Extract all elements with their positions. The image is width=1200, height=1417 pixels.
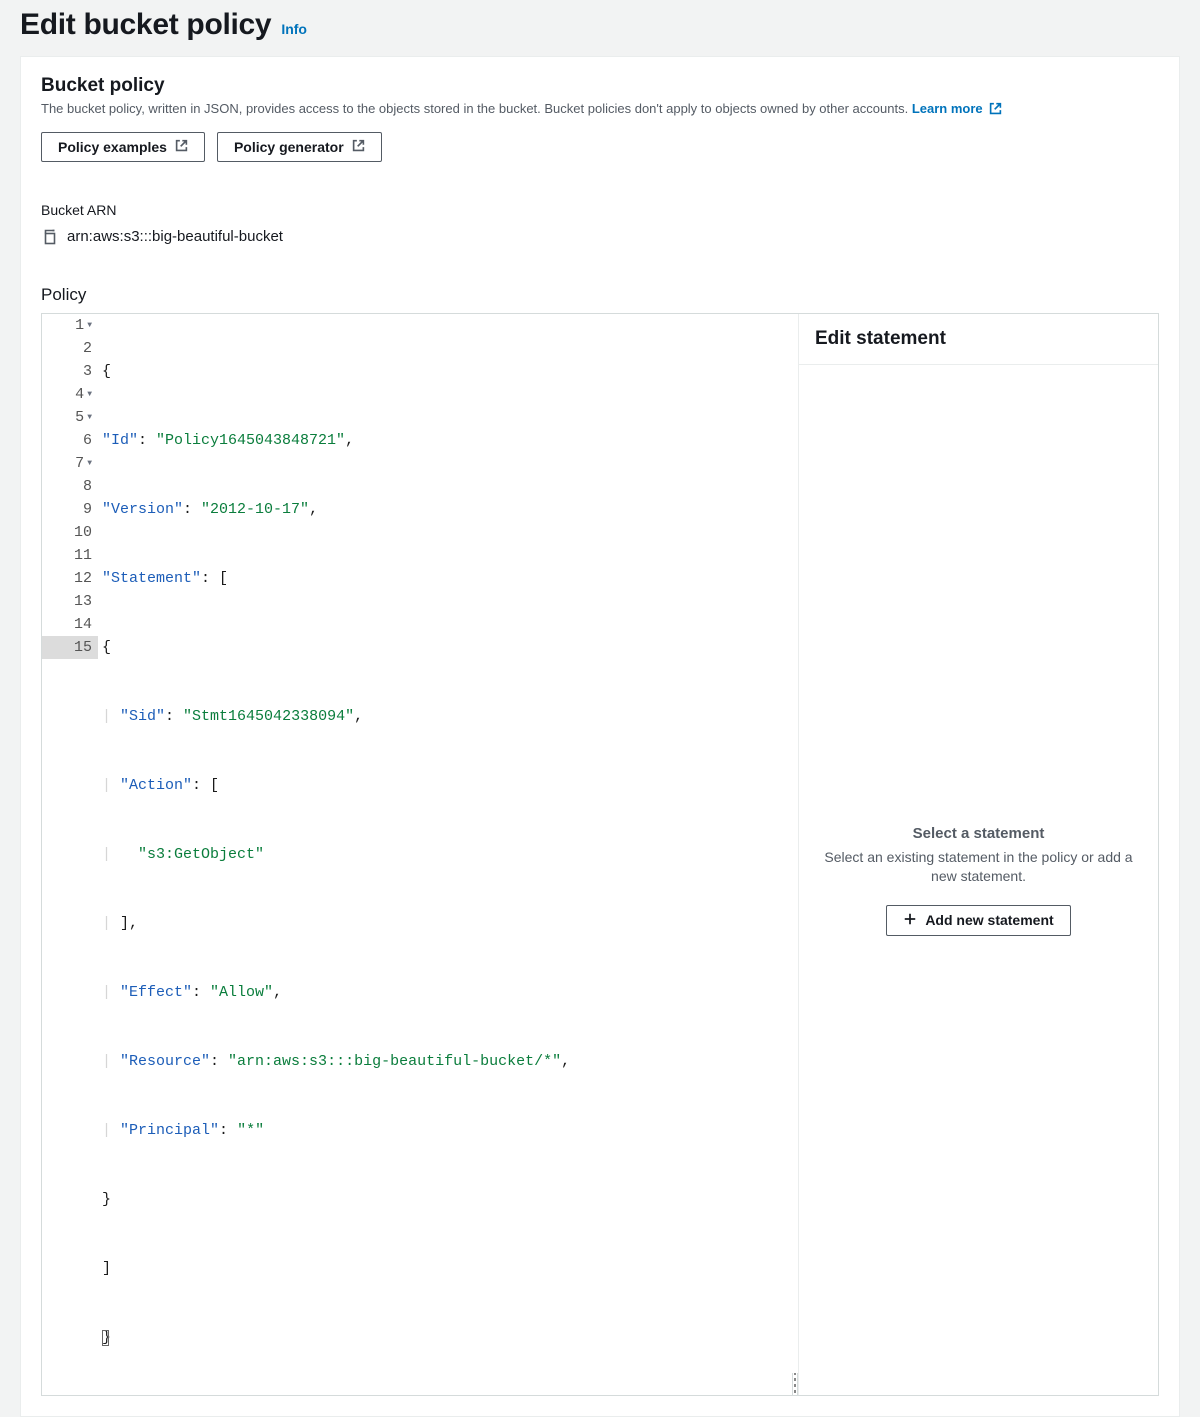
add-new-statement-label: Add new statement: [925, 912, 1053, 928]
line-number: 6: [83, 429, 92, 452]
page-title: Edit bucket policy: [20, 8, 271, 42]
external-link-icon: [352, 139, 365, 155]
line-number: 8: [83, 475, 92, 498]
policy-examples-label: Policy examples: [58, 139, 167, 155]
external-link-icon: [175, 139, 188, 155]
policy-generator-label: Policy generator: [234, 139, 344, 155]
bucket-arn-label: Bucket ARN: [41, 202, 1159, 218]
fold-icon[interactable]: ▼: [87, 452, 92, 475]
line-number: 15: [74, 636, 92, 659]
bucket-policy-panel: Bucket policy The bucket policy, written…: [20, 56, 1180, 1417]
fold-icon[interactable]: ▼: [87, 314, 92, 337]
panel-description-text: The bucket policy, written in JSON, prov…: [41, 101, 912, 116]
panel-heading: Bucket policy: [41, 75, 1159, 97]
resize-handle[interactable]: [792, 1373, 798, 1395]
line-number: 7: [75, 452, 84, 475]
policy-code-editor[interactable]: 1▼ 2 3 4▼ 5▼ 6 7▼ 8 9 10 11 12 13 14 15 …: [42, 314, 798, 1395]
select-statement-title: Select a statement: [913, 825, 1045, 842]
line-number: 3: [83, 360, 92, 383]
line-number: 2: [83, 337, 92, 360]
editor-code[interactable]: { "Id": "Policy1645043848721", "Version"…: [98, 314, 792, 1395]
side-panel-heading: Edit statement: [815, 328, 1142, 350]
line-number: 9: [83, 498, 92, 521]
fold-icon[interactable]: ▼: [87, 406, 92, 429]
info-link[interactable]: Info: [281, 21, 307, 37]
line-number: 5: [75, 406, 84, 429]
copy-icon[interactable]: [41, 229, 57, 245]
bucket-arn-value: arn:aws:s3:::big-beautiful-bucket: [67, 228, 283, 245]
line-number: 12: [74, 567, 92, 590]
line-number: 1: [75, 314, 84, 337]
plus-icon: [903, 912, 917, 929]
edit-statement-panel: Edit statement Select a statement Select…: [798, 314, 1158, 1395]
line-number: 13: [74, 590, 92, 613]
line-number: 11: [74, 544, 92, 567]
add-new-statement-button[interactable]: Add new statement: [886, 905, 1070, 936]
policy-examples-button[interactable]: Policy examples: [41, 132, 205, 162]
line-number: 4: [75, 383, 84, 406]
line-number: 10: [74, 521, 92, 544]
policy-generator-button[interactable]: Policy generator: [217, 132, 382, 162]
learn-more-label: Learn more: [912, 101, 983, 116]
policy-label: Policy: [41, 285, 1159, 305]
editor-gutter: 1▼ 2 3 4▼ 5▼ 6 7▼ 8 9 10 11 12 13 14 15: [42, 314, 98, 1395]
learn-more-link[interactable]: Learn more: [912, 101, 1002, 116]
select-statement-desc: Select an existing statement in the poli…: [819, 848, 1138, 887]
line-number: 14: [74, 613, 92, 636]
external-link-icon: [989, 102, 1002, 120]
panel-description: The bucket policy, written in JSON, prov…: [41, 100, 1159, 120]
fold-icon[interactable]: ▼: [87, 383, 92, 406]
